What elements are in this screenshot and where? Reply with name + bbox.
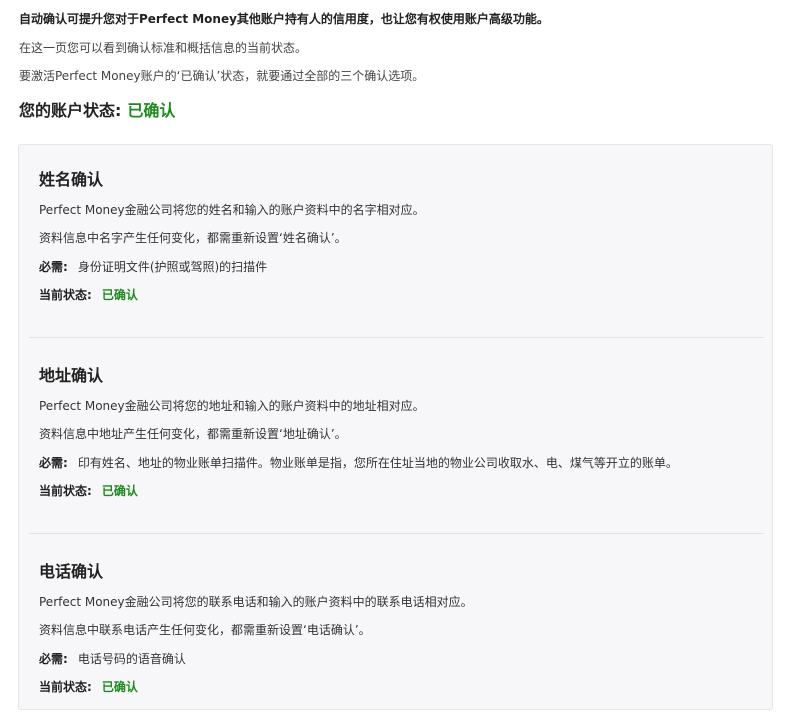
current-status-label: 当前状态:: [39, 680, 92, 694]
account-status-value: 已确认: [127, 101, 176, 120]
address-verification-section: 地址确认 Perfect Money金融公司将您的地址和输入的账户资料中的地址相…: [19, 341, 772, 531]
section-title: 地址确认: [39, 366, 104, 385]
intro-description: 在这一页您可以看到确认标准和概括信息的当前状态。: [19, 41, 308, 55]
current-status-label: 当前状态:: [39, 484, 92, 498]
current-status-value: 已确认: [101, 288, 138, 302]
name-verification-section: 姓名确认 Perfect Money金融公司将您的姓名和输入的账户资料中的名字相…: [19, 145, 772, 335]
verification-panel: 姓名确认 Perfect Money金融公司将您的姓名和输入的账户资料中的名字相…: [18, 144, 773, 710]
section-title: 电话确认: [39, 562, 104, 581]
section-requirement: 必需: 电话号码的语音确认: [39, 650, 186, 667]
section-note: 资料信息中名字产生任何变化，都需重新设置‘姓名确认’。: [39, 231, 347, 245]
intro-requirement-note: 要激活Perfect Money账户的‘已确认’状态，就要通过全部的三个确认选项…: [19, 69, 425, 83]
section-description: Perfect Money金融公司将您的联系电话和输入的账户资料中的联系电话相对…: [39, 595, 473, 609]
section-divider: [29, 533, 764, 534]
section-requirement: 必需: 身份证明文件(护照或驾照)的扫描件: [39, 258, 267, 275]
section-current-status: 当前状态: 已确认: [39, 482, 138, 499]
section-note: 资料信息中联系电话产生任何变化，都需重新设置‘电话确认’。: [39, 623, 371, 637]
section-current-status: 当前状态: 已确认: [39, 286, 138, 303]
section-description: Perfect Money金融公司将您的姓名和输入的账户资料中的名字相对应。: [39, 203, 425, 217]
section-requirement: 必需: 印有姓名、地址的物业账单扫描件。物业账单是指，您所在住址当地的物业公司收取…: [39, 454, 678, 471]
account-status: 您的账户状态: 已确认: [19, 97, 175, 121]
section-divider: [29, 337, 764, 338]
section-current-status: 当前状态: 已确认: [39, 678, 138, 695]
requirement-value: 电话号码的语音确认: [77, 652, 186, 666]
phone-verification-section: 电话确认 Perfect Money金融公司将您的联系电话和输入的账户资料中的联…: [19, 537, 772, 727]
section-note: 资料信息中地址产生任何变化，都需重新设置‘地址确认’。: [39, 427, 347, 441]
account-status-label: 您的账户状态:: [19, 101, 122, 120]
requirement-value: 印有姓名、地址的物业账单扫描件。物业账单是指，您所在住址当地的物业公司收取水、电…: [77, 456, 678, 470]
section-title: 姓名确认: [39, 170, 104, 189]
requirement-label: 必需:: [39, 652, 68, 666]
current-status-value: 已确认: [101, 484, 138, 498]
section-description: Perfect Money金融公司将您的地址和输入的账户资料中的地址相对应。: [39, 399, 425, 413]
current-status-label: 当前状态:: [39, 288, 92, 302]
requirement-value: 身份证明文件(护照或驾照)的扫描件: [77, 260, 268, 274]
requirement-label: 必需:: [39, 260, 68, 274]
requirement-label: 必需:: [39, 456, 68, 470]
current-status-value: 已确认: [101, 680, 138, 694]
intro-headline: 自动确认可提升您对于Perfect Money其他账户持有人的信用度，也让您有权…: [19, 12, 549, 26]
